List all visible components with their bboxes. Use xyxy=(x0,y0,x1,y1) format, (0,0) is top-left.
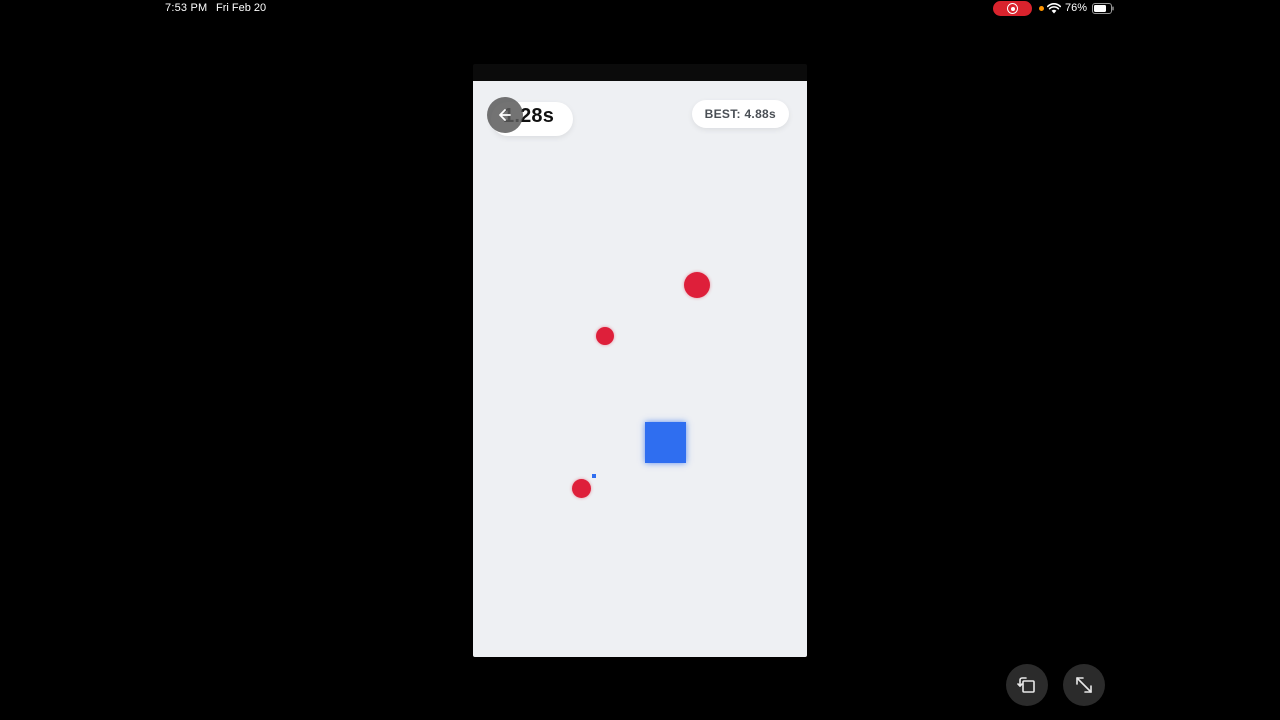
battery-icon xyxy=(1092,3,1114,14)
enemy-ball xyxy=(572,479,591,498)
status-bar: 7:53 PM Fri Feb 20 76% xyxy=(0,0,1280,18)
status-time: 7:53 PM xyxy=(165,2,208,14)
battery-percentage: 76% xyxy=(1065,2,1088,14)
enemy-ball xyxy=(684,272,710,298)
wifi-icon xyxy=(1047,3,1061,14)
arrow-left-icon xyxy=(499,109,511,121)
rotate-icon xyxy=(1017,677,1035,693)
player-square[interactable] xyxy=(645,422,686,463)
expand-button[interactable] xyxy=(1063,664,1105,706)
microphone-indicator-dot xyxy=(1039,6,1044,11)
record-icon xyxy=(1007,3,1018,14)
game-window: 1.28s BEST: 4.88s xyxy=(473,64,807,657)
screen-recording-indicator[interactable] xyxy=(993,1,1032,16)
enemy-ball xyxy=(596,327,614,345)
best-score-badge: BEST: 4.88s xyxy=(691,100,789,128)
back-button[interactable] xyxy=(487,97,523,133)
expand-icon xyxy=(1076,677,1092,693)
player-trail-particle xyxy=(592,474,596,478)
rotate-button[interactable] xyxy=(1006,664,1048,706)
status-date: Fri Feb 20 xyxy=(216,2,267,14)
game-canvas[interactable]: 1.28s BEST: 4.88s xyxy=(473,81,807,657)
